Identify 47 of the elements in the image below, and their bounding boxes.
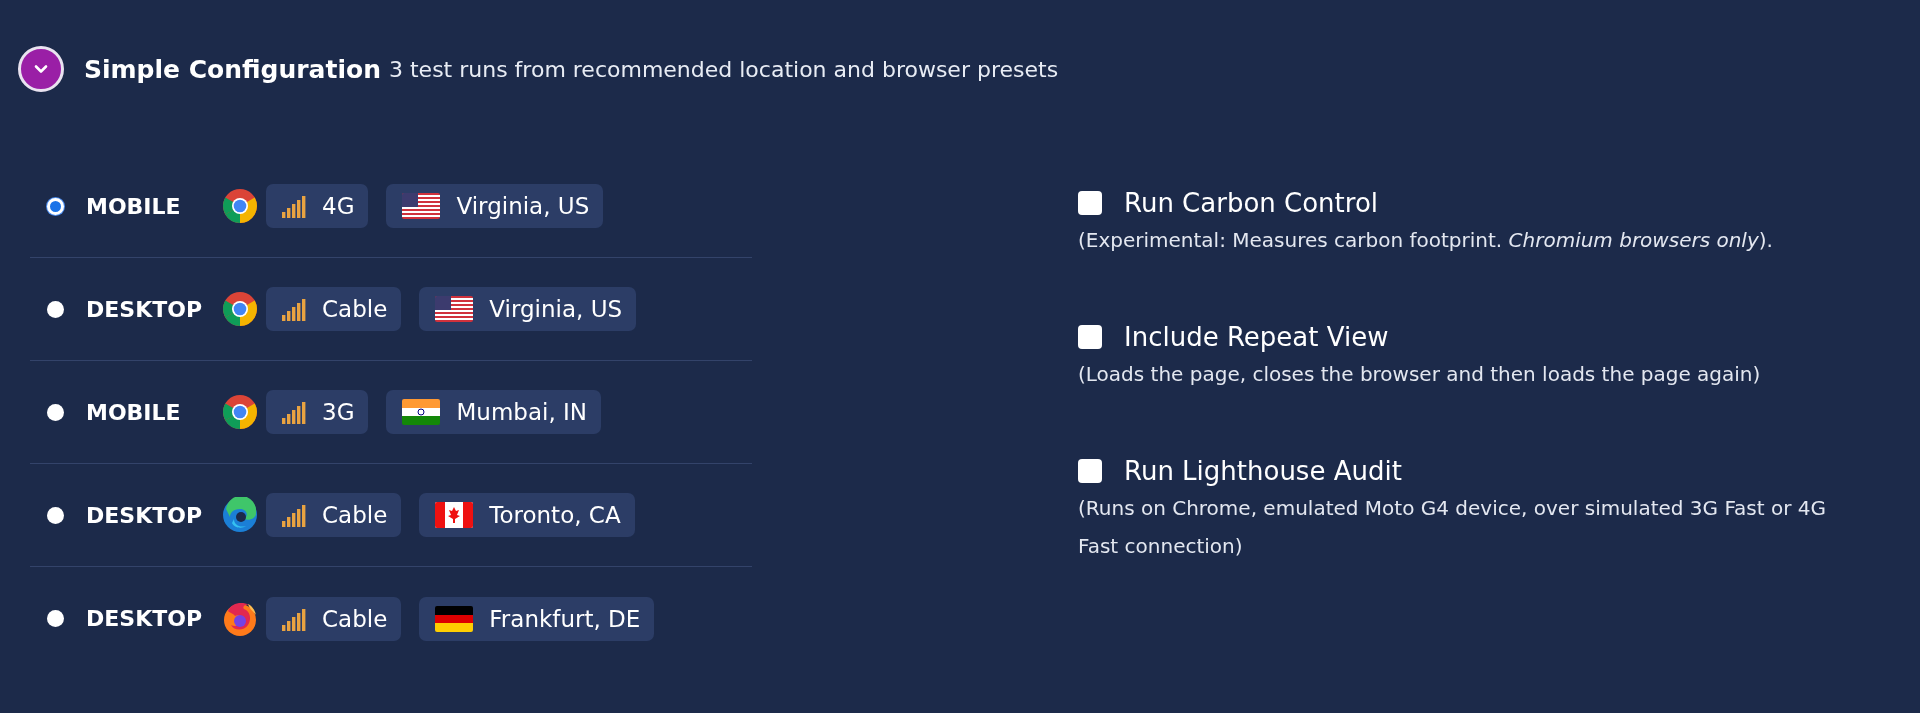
edge-logo-icon [222, 497, 258, 533]
option-label: Include Repeat View [1124, 322, 1389, 352]
checkbox[interactable] [1078, 325, 1102, 349]
chrome-logo-icon [222, 394, 258, 430]
section-title: Simple Configuration [84, 54, 381, 84]
location-badge: Toronto, CA [419, 493, 635, 537]
location-badge: Mumbai, IN [386, 390, 601, 434]
option-description: (Experimental: Measures carbon footprint. Chromium browsers only). [1078, 227, 1774, 254]
connection-badge: 3G [266, 390, 369, 434]
location-badge: Virginia, US [419, 287, 637, 331]
device-label: DESKTOP [86, 606, 203, 631]
us-flag-icon [402, 193, 441, 219]
signal-bars-icon [282, 400, 306, 424]
radio-button[interactable] [47, 506, 64, 524]
checkbox[interactable] [1078, 459, 1102, 483]
us-flag-icon [435, 296, 474, 322]
option-label: Run Lighthouse Audit [1124, 456, 1402, 486]
device-label: DESKTOP [86, 296, 203, 322]
chrome-logo-icon [222, 291, 258, 327]
checkbox[interactable] [1078, 191, 1102, 215]
device-label: MOBILE [86, 399, 182, 425]
signal-bars-icon [282, 503, 306, 527]
signal-bars-icon [282, 606, 306, 631]
location-badge: Virginia, US [386, 184, 604, 228]
connection-badge: Cable [266, 596, 402, 641]
india-flag-icon [402, 399, 441, 425]
connection-badge: Cable [266, 493, 402, 537]
option-description: (Loads the page, closes the browser and then loads the page again) [1078, 361, 1762, 388]
radio-button[interactable] [47, 197, 64, 215]
radio-button[interactable] [47, 610, 64, 627]
device-label: DESKTOP [86, 502, 203, 528]
radio-button[interactable] [47, 403, 64, 421]
device-label: MOBILE [86, 193, 182, 219]
option-label: Run Carbon Control [1124, 188, 1379, 218]
section-subtitle: 3 test runs from recommended location and browser presets [389, 56, 1059, 82]
option-description: (Runs on Chrome, emulated Moto G4 device, over simulated 3G Fast or 4G Fast connection) [1078, 495, 1828, 560]
signal-bars-icon [282, 194, 306, 218]
radio-button[interactable] [47, 300, 64, 318]
germany-flag-icon [435, 605, 474, 632]
canada-flag-icon [435, 502, 474, 528]
chrome-logo-icon [222, 188, 258, 224]
location-badge: Frankfurt, DE [419, 596, 655, 641]
signal-bars-icon [282, 297, 306, 321]
connection-badge: 4G [266, 184, 369, 228]
collapse-toggle-button[interactable] [18, 46, 64, 92]
firefox-logo-icon [222, 600, 258, 637]
connection-badge: Cable [266, 287, 402, 331]
